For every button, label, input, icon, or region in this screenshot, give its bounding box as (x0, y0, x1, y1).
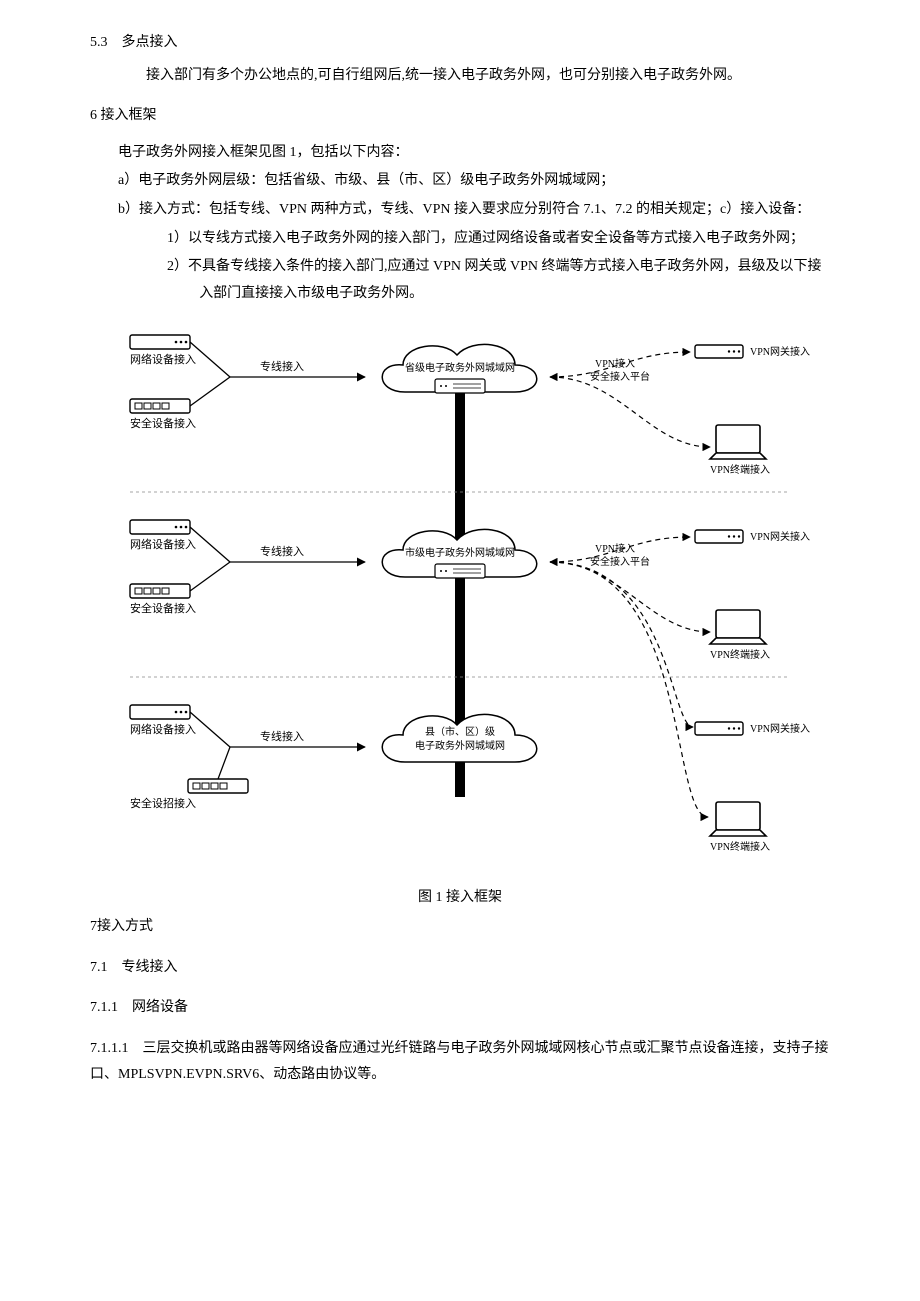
svg-text:安全设招接入: 安全设招接入 (130, 796, 196, 810)
svg-text:网络设备接入: 网络设备接入 (130, 537, 196, 551)
sec-title: 多点接入 (122, 35, 178, 50)
lbl-vpn: VPN接入 (595, 357, 635, 370)
heading-7-1: 7.1 专线接入 (90, 955, 830, 982)
para-7-1-1-1: 7.1.1.1 三层交换机或路由器等网络设备应通过光纤链路与电子政务外网城域网核… (90, 1036, 830, 1089)
svg-text:VPN网关接入: VPN网关接入 (750, 530, 810, 543)
cloud-province: 省级电子政务外网城域网 (405, 361, 515, 374)
svg-text:市级电子政务外网城域网: 市级电子政务外网城域网 (405, 546, 515, 559)
svg-text:安全设备接入: 安全设备接入 (130, 601, 196, 615)
lbl-vpngw: VPN网关接入 (750, 345, 810, 358)
svg-text:VPN终端接入: VPN终端接入 (710, 840, 770, 853)
svg-text:VPN接入: VPN接入 (595, 542, 635, 555)
sec6-c2: 2）不具备专线接入条件的接入部门,应通过 VPN 网关或 VPN 终端等方式接入… (199, 254, 830, 307)
svg-text:网络设备接入: 网络设备接入 (130, 722, 196, 736)
sec6-body: 电子政务外网接入框架见图 1，包括以下内容： a）电子政务外网层级：包括省级、市… (118, 140, 830, 308)
svg-text:VPN终端接入: VPN终端接入 (710, 648, 770, 661)
lbl-vpnterm: VPN终端接入 (710, 463, 770, 476)
lbl-secdev: 安全设备接入 (130, 416, 196, 430)
sec6-b: b）接入方式：包括专线、VPN 两种方式，专线、VPN 接入要求应分别符合 7.… (118, 197, 830, 224)
sec6-intro: 电子政务外网接入框架见图 1，包括以下内容： (118, 140, 830, 167)
sec6-sublist: 1）以专线方式接入电子政务外网的接入部门，应通过网络设备或者安全设备等方式接入电… (167, 226, 830, 308)
lbl-leased: 专线接入 (260, 359, 304, 373)
tier-county: 网络设备接入 安全设招接入 专线接入 县（市、区）级 电子政务外网城域网 VPN… (130, 705, 810, 853)
heading-7: 7接入方式 (90, 914, 830, 941)
sec-num: 5.3 (90, 30, 108, 57)
tier-province: 网络设备接入 安全设备接入 专线接入 省级电子政务外网城域网 VPN接入 安全接… (130, 335, 810, 492)
svg-text:安全接入平台: 安全接入平台 (590, 555, 650, 568)
diagram-svg: 网络设备接入 安全设备接入 专线接入 省级电子政务外网城域网 VPN接入 安全接… (110, 317, 810, 877)
tier-city: 网络设备接入 安全设备接入 专线接入 市级电子政务外网城域网 VPN接入 安全接… (130, 520, 810, 677)
svg-text:县（市、区）级: 县（市、区）级 (425, 725, 495, 738)
lbl-platform: 安全接入平台 (590, 370, 650, 383)
sec6-a: a）电子政务外网层级：包括省级、市级、县（市、区）级电子政务外网城域网； (118, 168, 830, 195)
para-5-3: 接入部门有多个办公地点的,可自行组网后,统一接入电子政务外网，也可分别接入电子政… (118, 63, 830, 90)
lbl-netdev: 网络设备接入 (130, 352, 196, 366)
heading-5-3: 5.3 多点接入 (90, 30, 830, 57)
svg-text:专线接入: 专线接入 (260, 729, 304, 743)
svg-text:电子政务外网城域网: 电子政务外网城域网 (415, 739, 505, 752)
sec6-c1: 1）以专线方式接入电子政务外网的接入部门，应通过网络设备或者安全设备等方式接入电… (199, 226, 830, 253)
heading-6: 6 接入框架 (90, 103, 830, 130)
svg-text:专线接入: 专线接入 (260, 544, 304, 558)
figure-1: 网络设备接入 安全设备接入 专线接入 省级电子政务外网城域网 VPN接入 安全接… (90, 317, 830, 877)
heading-7-1-1: 7.1.1 网络设备 (90, 995, 830, 1022)
figure-caption: 图 1 接入框架 (90, 885, 830, 912)
svg-text:VPN网关接入: VPN网关接入 (750, 722, 810, 735)
